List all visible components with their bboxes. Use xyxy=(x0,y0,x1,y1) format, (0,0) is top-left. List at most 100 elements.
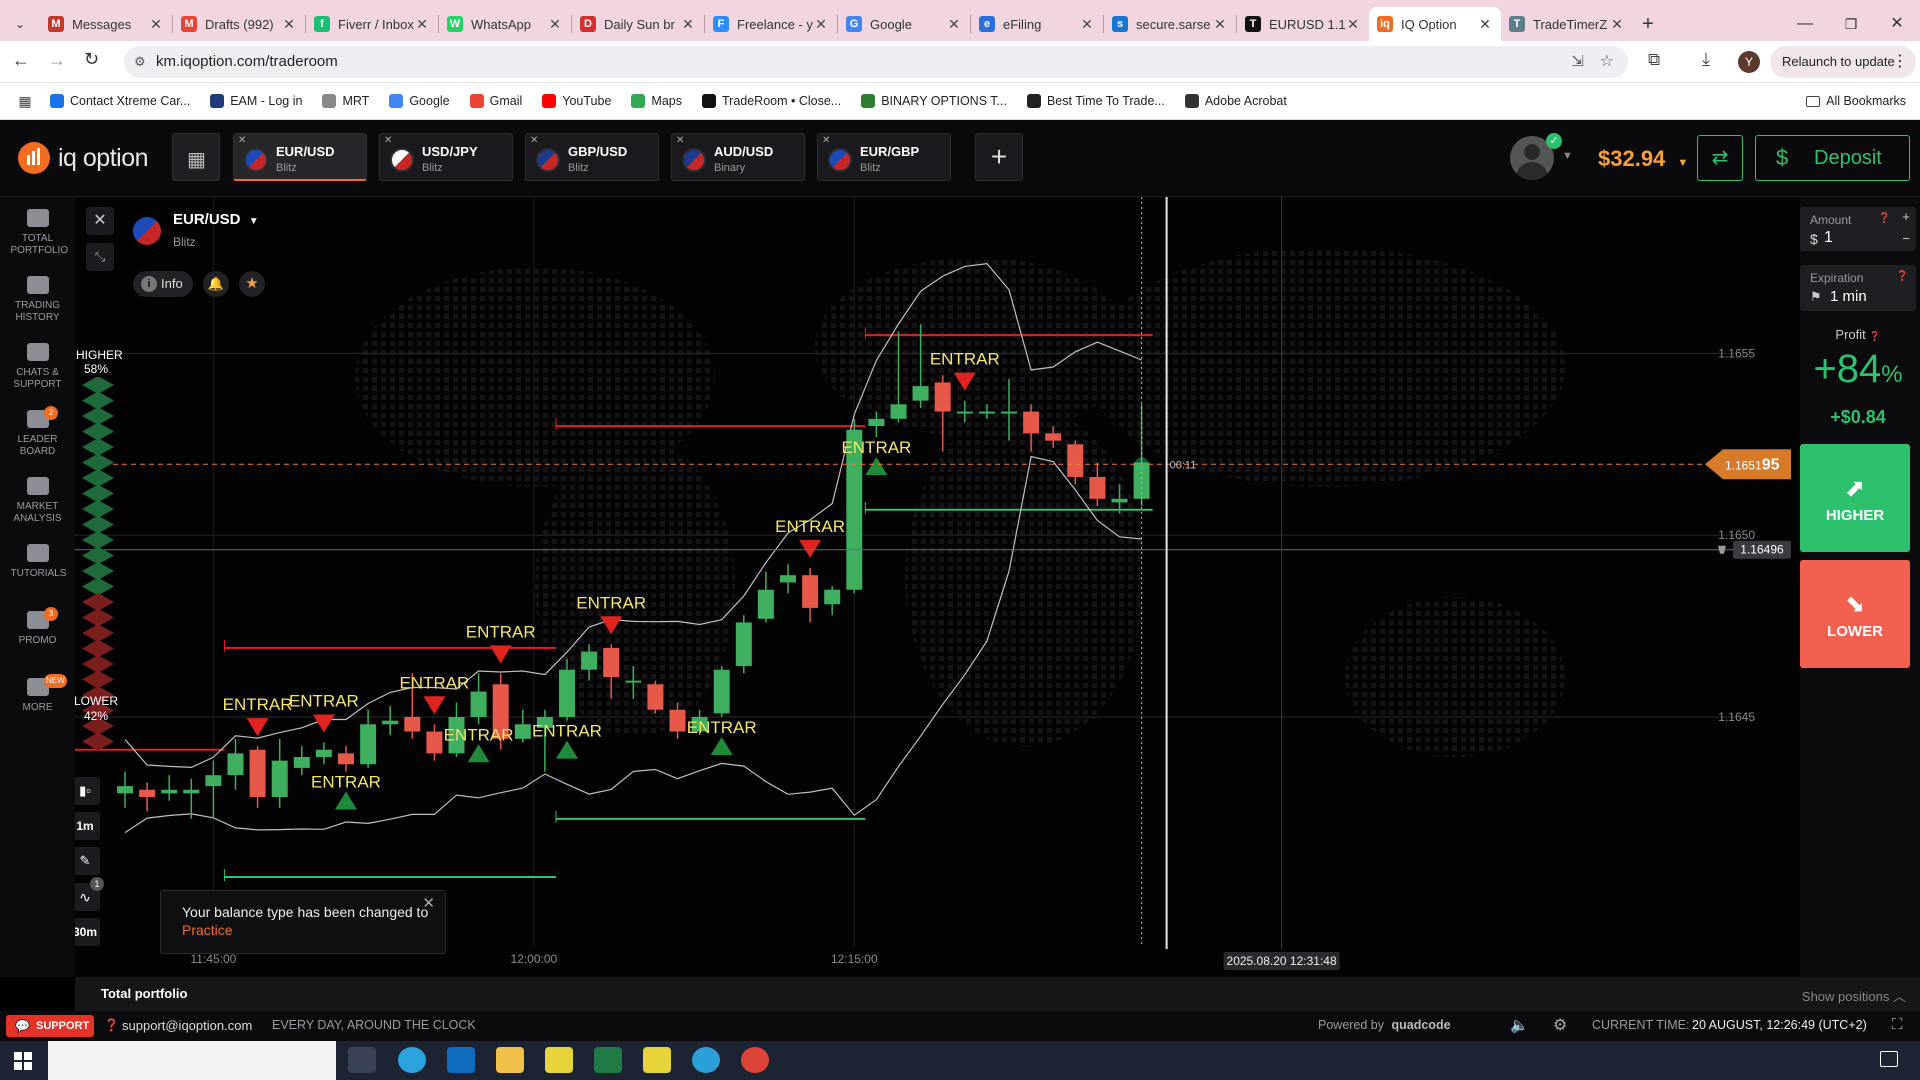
browser-tab[interactable]: s secure.sarse ✕ xyxy=(1104,7,1236,41)
expiration-help-icon[interactable]: ❓ xyxy=(1896,271,1908,282)
interval-button[interactable]: 30m xyxy=(75,918,100,946)
app-yellow-icon[interactable] xyxy=(545,1047,573,1073)
relaunch-button[interactable]: Relaunch to update ⋮ xyxy=(1770,46,1916,78)
deposit-switch-button[interactable]: ⇄ xyxy=(1697,135,1743,181)
browser-tab[interactable]: W WhatsApp ✕ xyxy=(439,7,571,41)
indicators-button[interactable]: ∿ 1 xyxy=(75,877,104,911)
downloads-icon[interactable]: ⤓ xyxy=(1702,49,1710,70)
site-info-icon[interactable]: ⚙ xyxy=(134,46,146,78)
tab-close-icon[interactable]: ✕ xyxy=(946,16,962,33)
settings-gear-icon[interactable]: ⚙ xyxy=(1553,1015,1567,1035)
sidebar-item[interactable]: NEW MORE xyxy=(0,674,75,714)
windows-start-icon[interactable] xyxy=(14,1052,32,1070)
reload-icon[interactable]: ↻ xyxy=(84,49,99,70)
task-view-icon[interactable] xyxy=(348,1047,376,1073)
install-icon[interactable]: ⇲ xyxy=(1571,46,1584,78)
window-close-icon[interactable]: ✕ xyxy=(1874,7,1920,41)
show-positions-button[interactable]: Show positions ︿ xyxy=(1802,986,1906,1005)
timeframe-button[interactable]: 1m xyxy=(75,812,100,840)
asset-grid-button[interactable]: ▦ xyxy=(172,133,220,181)
fullscreen-icon[interactable]: ⛶ xyxy=(1892,1016,1903,1033)
browser-tab[interactable]: f Fiverr / Inbox ✕ xyxy=(306,7,438,41)
balance-display[interactable]: $32.94 ▼ xyxy=(1598,146,1688,172)
browser-tab[interactable]: T TradeTimerZ ✕ xyxy=(1501,7,1633,41)
higher-button[interactable]: ⬈ HIGHER xyxy=(1800,444,1910,552)
sidebar-item[interactable]: TRADING HISTORY xyxy=(0,276,75,324)
deposit-button[interactable]: $ Deposit xyxy=(1755,135,1910,181)
amount-input[interactable]: Amount ❓ $ 1 + − xyxy=(1800,207,1916,251)
minimize-icon[interactable]: — xyxy=(1782,7,1828,41)
forward-icon[interactable]: → xyxy=(48,50,66,71)
bookmark-item[interactable]: Google xyxy=(389,94,450,108)
bookmark-item[interactable]: YouTube xyxy=(542,94,611,108)
chart-collapse-button[interactable]: ⤡ xyxy=(86,243,114,271)
avatar-chevron-icon[interactable]: ▼ xyxy=(1562,150,1573,162)
telegram-icon[interactable] xyxy=(398,1047,426,1073)
support-email[interactable]: support@iqoption.com xyxy=(122,1018,252,1033)
url-input[interactable]: ⚙ km.iqoption.com/traderoom ⇲ ☆ xyxy=(124,46,1628,78)
chart-close-button[interactable]: ✕ xyxy=(86,207,114,235)
sound-icon[interactable]: 🔈 xyxy=(1510,1016,1529,1034)
amount-plus-button[interactable]: + xyxy=(1898,209,1914,224)
chart-area[interactable]: ENTRAR ENTRAR ENTRAR ENTRAR ENTRAR ENTRAR ENTR… xyxy=(75,197,1800,977)
notification-center-icon[interactable] xyxy=(1880,1051,1898,1067)
tab-close-icon[interactable]: ✕ xyxy=(1477,16,1493,33)
notification-close-icon[interactable]: ✕ xyxy=(422,895,435,913)
tab-close-icon[interactable]: ✕ xyxy=(680,16,696,33)
tab-close-icon[interactable]: ✕ xyxy=(1079,16,1095,33)
edge-icon[interactable] xyxy=(692,1047,720,1073)
tab-close-icon[interactable]: ✕ xyxy=(148,16,164,33)
asset-close-icon[interactable]: ✕ xyxy=(822,135,830,146)
tab-close-icon[interactable]: ✕ xyxy=(547,16,563,33)
total-portfolio-label[interactable]: Total portfolio xyxy=(101,986,187,1001)
browser-tab[interactable]: iq IQ Option ✕ xyxy=(1369,7,1501,41)
extensions-icon[interactable]: ⧉ xyxy=(1648,50,1660,70)
tab-close-icon[interactable]: ✕ xyxy=(1345,16,1361,33)
back-icon[interactable]: ← xyxy=(12,50,30,71)
sidebar-item[interactable]: TOTAL PORTFOLIO xyxy=(0,209,75,257)
tab-close-icon[interactable]: ✕ xyxy=(1212,16,1228,33)
price-chart[interactable]: ENTRARENTRARENTRARENTRARENTRARENTRARENTR… xyxy=(75,197,1800,977)
sidebar-item[interactable]: 2 LEADER BOARD xyxy=(0,406,75,458)
bookmark-item[interactable]: BINARY OPTIONS T... xyxy=(861,94,1007,108)
lower-button[interactable]: ⬊ LOWER xyxy=(1800,560,1910,668)
restore-icon[interactable]: ❐ xyxy=(1828,7,1874,41)
outlook-icon[interactable] xyxy=(447,1047,475,1073)
file-explorer-icon[interactable] xyxy=(496,1047,524,1073)
support-button[interactable]: 💬 SUPPORT xyxy=(6,1015,94,1037)
bookmark-item[interactable]: MRT xyxy=(322,94,369,108)
tab-close-icon[interactable]: ✕ xyxy=(813,16,829,33)
browser-tab[interactable]: M Drafts (992) ✕ xyxy=(173,7,305,41)
kebab-menu-icon[interactable]: ⋮ xyxy=(1892,46,1908,78)
add-asset-button[interactable]: + xyxy=(975,133,1023,181)
asset-tab[interactable]: ✕ GBP/USD Blitz xyxy=(525,133,659,181)
sidebar-item[interactable]: MARKET ANALYSIS xyxy=(0,477,75,525)
bookmark-item[interactable]: Adobe Acrobat xyxy=(1184,94,1287,108)
browser-tab[interactable]: G Google ✕ xyxy=(838,7,970,41)
alert-bell-button[interactable]: 🔔 xyxy=(203,271,229,297)
bookmark-item[interactable]: EAM - Log in xyxy=(210,94,302,108)
browser-tab[interactable]: F Freelance - y ✕ xyxy=(705,7,837,41)
asset-close-icon[interactable]: ✕ xyxy=(384,135,392,146)
browser-tab[interactable]: D Daily Sun br ✕ xyxy=(572,7,704,41)
taskbar-search[interactable] xyxy=(48,1041,336,1080)
new-tab-icon[interactable]: + xyxy=(1633,7,1663,41)
apps-grid-icon[interactable]: ▦ xyxy=(0,93,50,110)
tab-close-icon[interactable]: ✕ xyxy=(281,16,297,33)
excel-icon[interactable] xyxy=(594,1047,622,1073)
bookmark-star-icon[interactable]: ☆ xyxy=(1600,46,1614,78)
drawing-tool-button[interactable]: ✎ xyxy=(75,847,100,875)
pair-selector[interactable]: EUR/USD ▼ xyxy=(173,211,259,228)
bookmark-item[interactable]: Contact Xtreme Car... xyxy=(50,94,190,108)
app-yellow-2-icon[interactable] xyxy=(643,1047,671,1073)
info-button[interactable]: i Info xyxy=(133,271,193,297)
tab-close-icon[interactable]: ✕ xyxy=(414,16,430,33)
asset-close-icon[interactable]: ✕ xyxy=(676,135,684,146)
amount-minus-button[interactable]: − xyxy=(1898,231,1914,246)
asset-tab[interactable]: ✕ EUR/GBP Blitz xyxy=(817,133,951,181)
expiration-select[interactable]: Expiration ❓ ⚑ 1 min xyxy=(1800,265,1916,311)
asset-tab[interactable]: ✕ USD/JPY Blitz xyxy=(379,133,513,181)
asset-tab[interactable]: ✕ AUD/USD Binary xyxy=(671,133,805,181)
chart-type-button[interactable]: ▮▫ xyxy=(75,777,100,805)
sidebar-item[interactable]: CHATS & SUPPORT xyxy=(0,343,75,391)
